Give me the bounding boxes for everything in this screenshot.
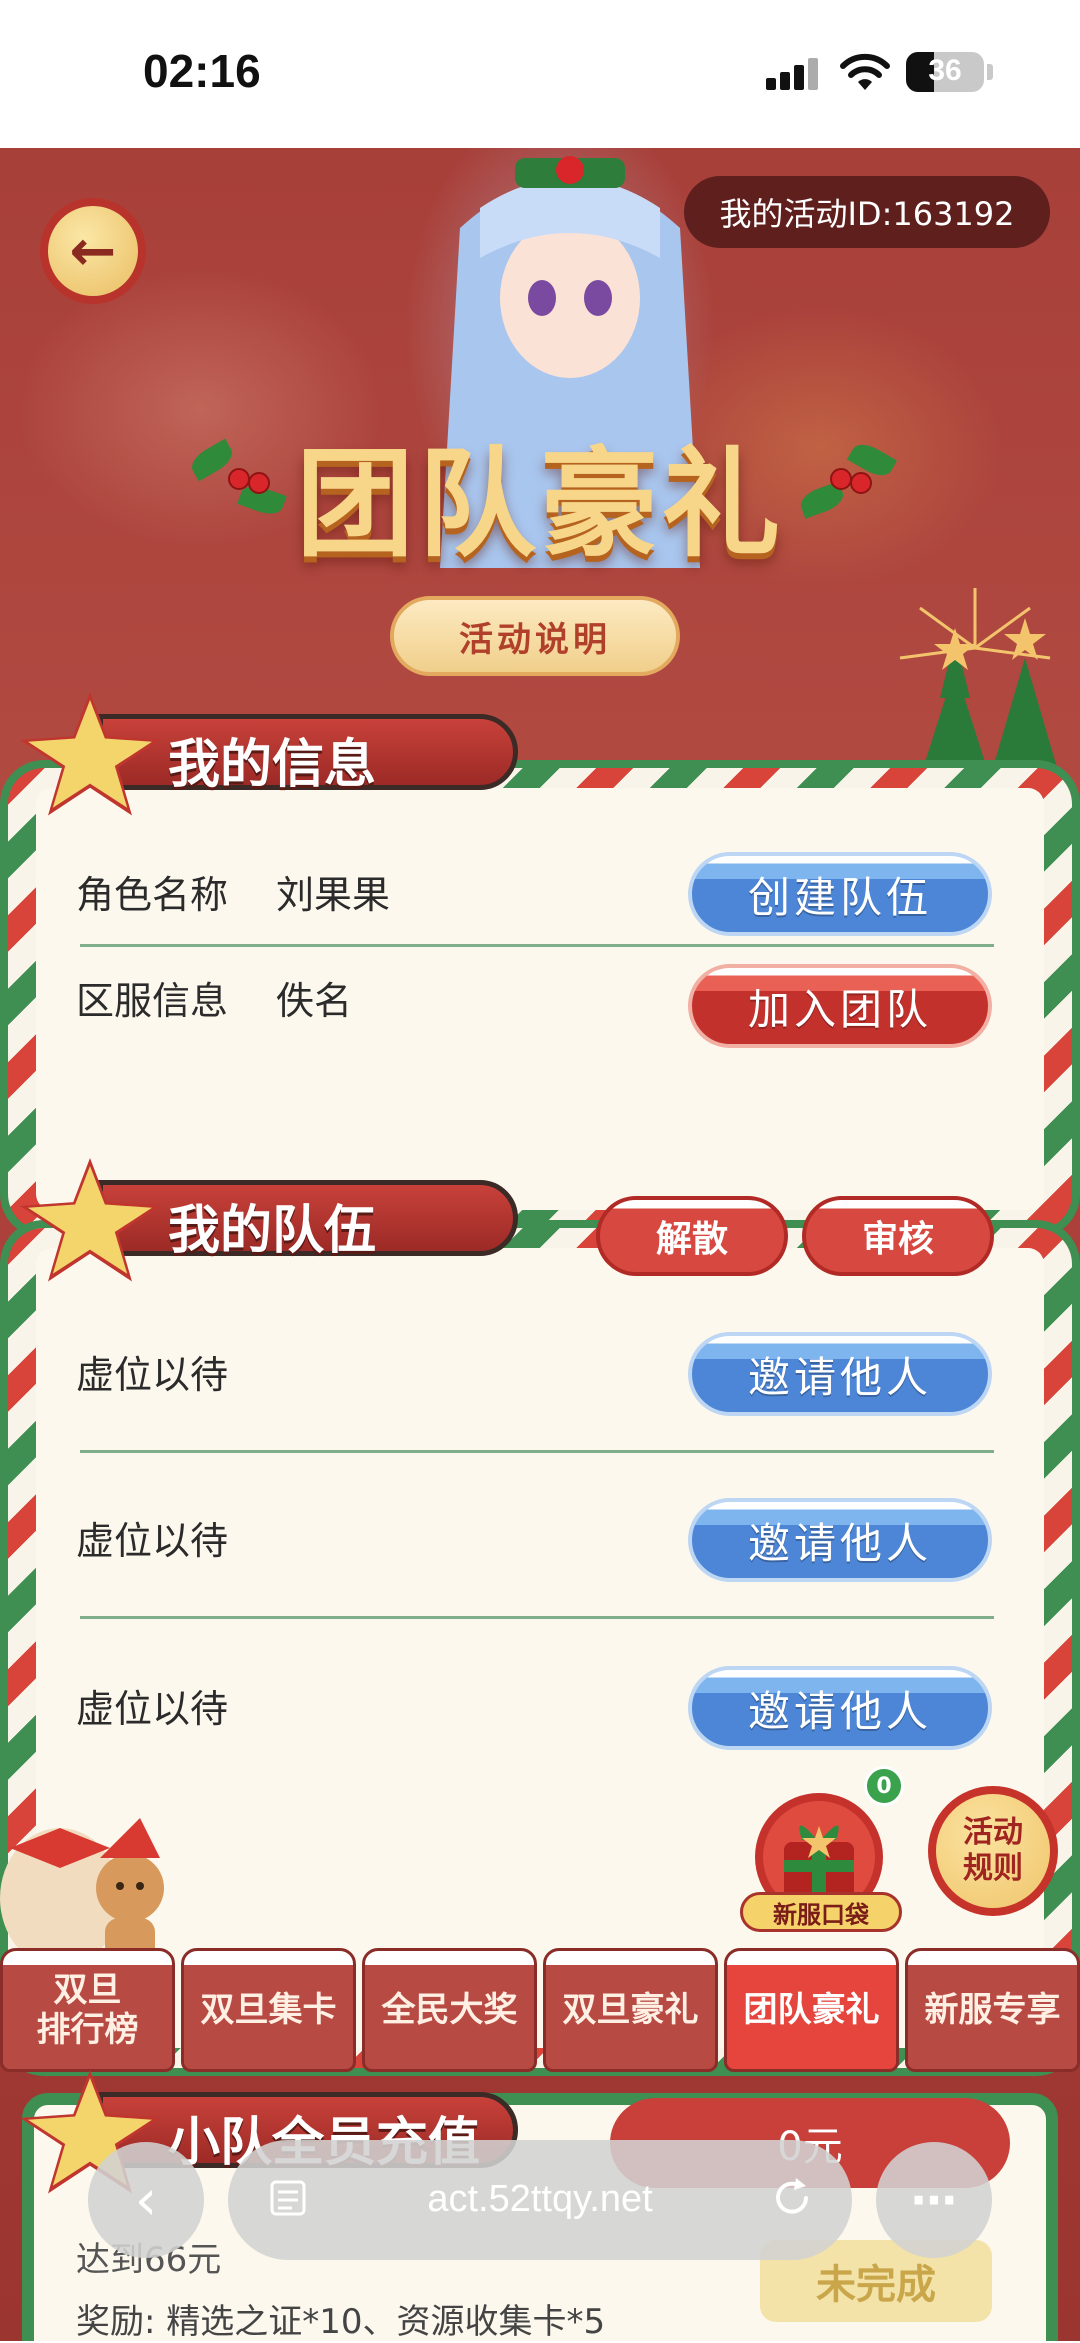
battery-icon: 36 xyxy=(906,52,984,92)
tab-holiday-gifts[interactable]: 双旦豪礼 xyxy=(543,1948,718,2072)
team-slot-label: 虚位以待 xyxy=(76,1353,229,1397)
fireworks-decoration xyxy=(899,588,1060,778)
tab-grand-prize[interactable]: 全民大奖 xyxy=(362,1948,537,2072)
tab-team-gifts[interactable]: 团队豪礼 xyxy=(724,1948,899,2072)
activity-rules-button[interactable]: 活动 规则 xyxy=(928,1786,1058,1916)
invite-button[interactable]: 邀请他人 xyxy=(688,1332,992,1416)
activity-tab-bar: 双旦 排行榜 双旦集卡 全民大奖 双旦豪礼 团队豪礼 新服专享 xyxy=(0,1948,1080,2078)
activity-page: ← 我的活动ID:163192 团队豪礼 活动说明 我的信息 角色名称 刘果果 … xyxy=(0,148,1080,2341)
url-text: act.52ttqy.net xyxy=(427,2178,653,2220)
battery-level: 36 xyxy=(928,54,962,87)
join-team-button[interactable]: 加入团队 xyxy=(688,964,992,1048)
section-tag-my-info: 我的信息 xyxy=(20,692,518,816)
gift-bag-label: 新服口袋 xyxy=(740,1892,902,1932)
arrow-left-icon: ← xyxy=(69,218,117,284)
team-slot-label: 虚位以待 xyxy=(76,1519,229,1563)
gift-count-badge: 0 xyxy=(864,1766,904,1806)
tab-label: 排行榜 xyxy=(36,2010,139,2050)
recharge-reward: 奖励: 精选之证*10、资源收集卡*5 xyxy=(76,2302,606,2342)
server-info-value: 佚名 xyxy=(276,979,353,1023)
section-title-my-info: 我的信息 xyxy=(168,735,377,795)
invite-button[interactable]: 邀请他人 xyxy=(688,1666,992,1750)
tab-holiday-ranking[interactable]: 双旦 排行榜 xyxy=(0,1948,175,2072)
ellipsis-icon: ⋯ xyxy=(911,2173,957,2227)
reload-icon[interactable] xyxy=(768,2174,816,2222)
status-bar: 02:16 36 xyxy=(0,0,1080,148)
tab-label: 双旦 xyxy=(53,1970,122,2010)
activity-id-badge: 我的活动ID:163192 xyxy=(684,176,1050,248)
role-name-value: 刘果果 xyxy=(276,873,391,917)
section-title-my-team: 我的队伍 xyxy=(168,1201,377,1261)
server-info-label: 区服信息 xyxy=(76,979,229,1023)
team-slot-label: 虚位以待 xyxy=(76,1687,229,1731)
create-team-button[interactable]: 创建队伍 xyxy=(688,852,992,936)
disband-button[interactable]: 解散 xyxy=(596,1196,788,1276)
wifi-icon xyxy=(840,53,890,90)
invite-button[interactable]: 邀请他人 xyxy=(688,1498,992,1582)
rules-line-2: 规则 xyxy=(963,1851,1023,1886)
tab-new-server[interactable]: 新服专享 xyxy=(905,1948,1080,2072)
status-time: 02:16 xyxy=(143,45,261,97)
gingerbread-decoration xyxy=(0,1818,164,1968)
rules-line-1: 活动 xyxy=(963,1815,1023,1850)
divider xyxy=(80,1616,994,1619)
back-button[interactable]: ← xyxy=(40,198,146,304)
activity-explain-button[interactable]: 活动说明 xyxy=(390,596,680,676)
role-name-label: 角色名称 xyxy=(76,873,229,917)
divider xyxy=(80,944,994,947)
divider xyxy=(80,1450,994,1453)
browser-back-button[interactable]: ‹ xyxy=(88,2142,204,2258)
section-tag-my-team: 我的队伍 xyxy=(20,1158,518,1282)
url-bar[interactable]: act.52ttqy.net xyxy=(228,2140,852,2260)
review-button[interactable]: 审核 xyxy=(802,1196,994,1276)
chevron-left-icon: ‹ xyxy=(134,2167,158,2233)
signal-icon xyxy=(766,58,822,90)
tab-holiday-cards[interactable]: 双旦集卡 xyxy=(181,1948,356,2072)
page-title: 团队豪礼 xyxy=(295,434,784,573)
more-options-button[interactable]: ⋯ xyxy=(876,2142,992,2258)
